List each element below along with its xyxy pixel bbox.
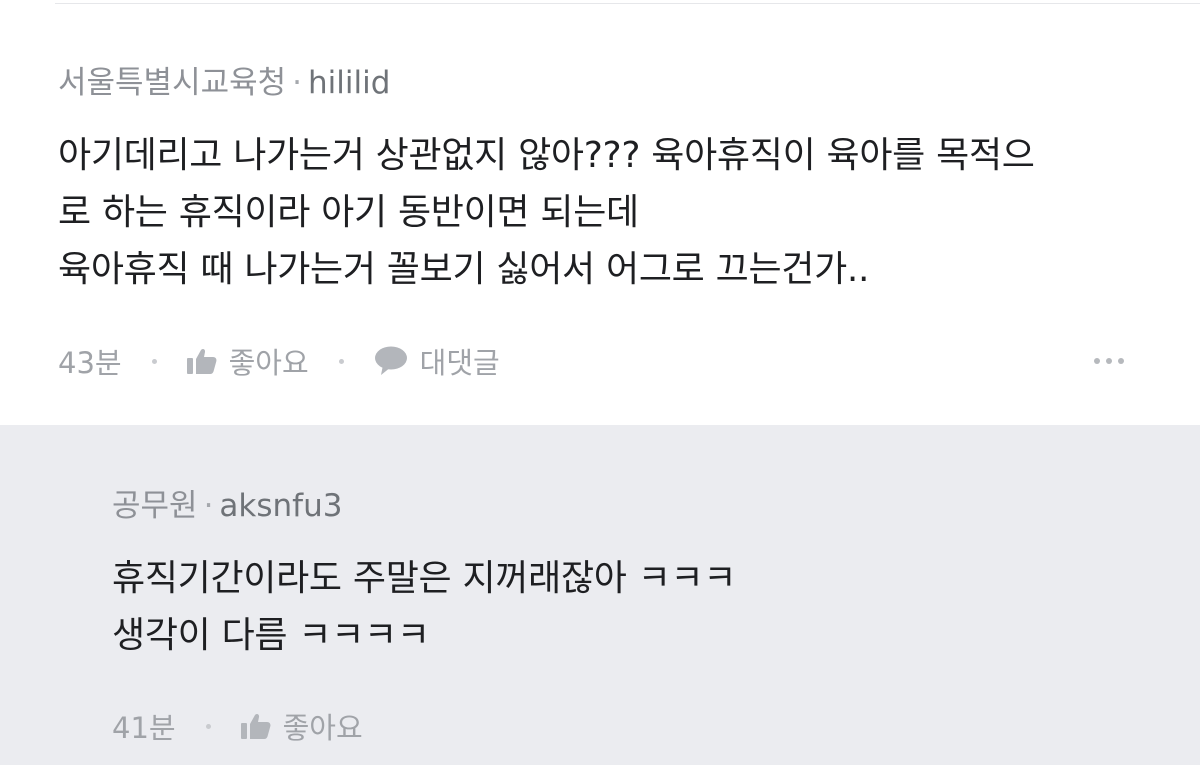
- comment-affiliation: 서울특별시교육청: [58, 65, 287, 101]
- comment-author[interactable]: 서울특별시교육청 · hililid: [58, 63, 390, 103]
- reply-label: 대댓글: [419, 346, 500, 380]
- reply-author[interactable]: 공무원 · aksnfu3: [112, 486, 342, 526]
- comment-actions: 43분 좋아요 대댓글: [58, 341, 500, 381]
- thumbs-up-icon: [186, 348, 217, 374]
- reply-nickname[interactable]: aksnfu3: [219, 488, 342, 524]
- comment-time: 43분: [58, 346, 122, 380]
- comment-line: 육아휴직 때 나가는거 꼴보기 싫어서 어그로 끄는건가..: [58, 249, 870, 290]
- like-button[interactable]: 좋아요: [186, 340, 309, 382]
- comment: 서울특별시교육청 · hililid 아기데리고 나가는거 상관없지 않아??? 육…: [0, 0, 1200, 425]
- comment-nickname[interactable]: hililid: [308, 65, 390, 101]
- meta-separator: ·: [292, 65, 303, 101]
- reply-button[interactable]: 대댓글: [374, 340, 500, 382]
- more-horizontal-icon: [1094, 358, 1100, 364]
- comment-line: 아기데리고 나가는거 상관없지 않아??? 육아휴직이 육아를 목적으: [58, 135, 1035, 176]
- meta-separator: ·: [203, 488, 214, 524]
- action-separator: [205, 723, 211, 729]
- speech-bubble-icon: [374, 346, 408, 376]
- more-horizontal-icon: [1118, 358, 1124, 364]
- reply-like-button[interactable]: 좋아요: [240, 705, 363, 747]
- action-separator: [338, 358, 344, 364]
- reply-time: 41분: [112, 711, 176, 745]
- top-divider: [55, 3, 1200, 4]
- like-label: 좋아요: [228, 346, 309, 380]
- reply-line: 휴직기간이라도 주말은 지꺼래잖아 ㅋㅋㅋ: [112, 558, 737, 599]
- comment-thread: 서울특별시교육청 · hililid 아기데리고 나가는거 상관없지 않아??? 육…: [0, 0, 1200, 765]
- thumbs-up-icon: [240, 713, 271, 739]
- reply-line: 생각이 다름 ㅋㅋㅋㅋ: [112, 615, 430, 656]
- reply-actions: 41분 좋아요: [112, 706, 363, 746]
- reply: 공무원 · aksnfu3 휴직기간이라도 주말은 지꺼래잖아 ㅋㅋㅋ 생각이 다름…: [0, 425, 1200, 765]
- comment-body: 아기데리고 나가는거 상관없지 않아??? 육아휴직이 육아를 목적으 로 하는…: [58, 127, 1035, 298]
- more-horizontal-icon: [1106, 358, 1112, 364]
- action-separator: [151, 358, 157, 364]
- reply-affiliation: 공무원: [112, 488, 198, 524]
- more-options-button[interactable]: [1094, 351, 1124, 371]
- reply-body: 휴직기간이라도 주말은 지꺼래잖아 ㅋㅋㅋ 생각이 다름 ㅋㅋㅋㅋ: [112, 550, 737, 664]
- like-label: 좋아요: [282, 711, 363, 745]
- comment-line: 로 하는 휴직이라 아기 동반이면 되는데: [58, 192, 639, 233]
